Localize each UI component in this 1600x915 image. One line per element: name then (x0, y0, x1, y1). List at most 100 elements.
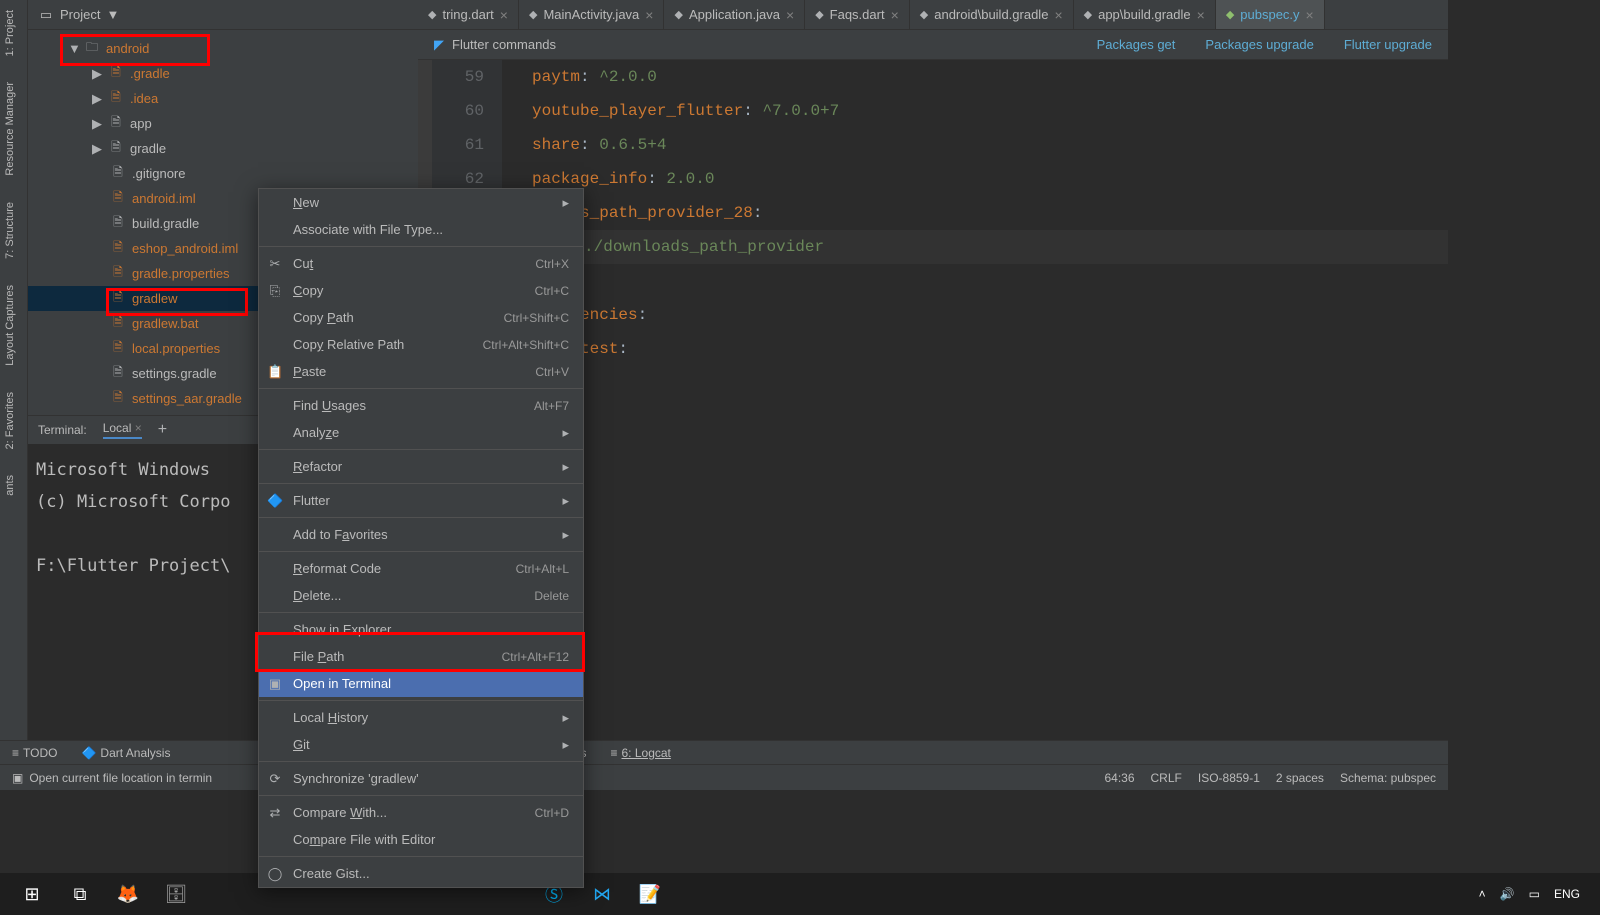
chevron-right-icon: ▶ (92, 66, 102, 82)
menu-item[interactable]: Analyze▸ (259, 419, 583, 446)
menu-item-icon: 📋 (267, 364, 283, 380)
tool-project[interactable]: 1: Project (0, 0, 20, 66)
close-icon[interactable]: × (645, 7, 653, 23)
menu-shortcut: Ctrl+Alt+L (516, 562, 569, 576)
menu-item[interactable]: ⇄Compare With...Ctrl+D (259, 799, 583, 826)
chevron-right-icon: ▸ (562, 493, 569, 509)
status-message: Open current file location in termin (29, 771, 212, 785)
terminal-tab-local[interactable]: Local × (103, 421, 142, 439)
project-label[interactable]: Project (60, 7, 100, 22)
tool-todo[interactable]: ≡ TODO (12, 746, 57, 760)
menu-item[interactable]: 📋PasteCtrl+V (259, 358, 583, 385)
menu-item-label: Compare With... (293, 805, 387, 820)
menu-item-label: Delete... (293, 588, 341, 603)
menu-item[interactable]: ✂CutCtrl+X (259, 250, 583, 277)
menu-item[interactable]: Delete...Delete (259, 582, 583, 609)
status-bar: ▣ Open current file location in termin 6… (0, 764, 1448, 790)
tool-logcat[interactable]: ≡ 6: Logcat (610, 746, 670, 760)
editor-tab[interactable]: ◆ Application.java × (664, 0, 805, 29)
tree-item[interactable]: 🗎.gitignore (28, 161, 418, 186)
menu-item[interactable]: Copy PathCtrl+Shift+C (259, 304, 583, 331)
tab-label: Application.java (689, 7, 780, 22)
file-icon: 🗎 (108, 91, 124, 107)
tool-resource-manager[interactable]: Resource Manager (0, 72, 20, 186)
menu-item[interactable]: File PathCtrl+Alt+F12 (259, 643, 583, 670)
menu-item[interactable]: New▸ (259, 189, 583, 216)
windows-taskbar: ⊞ ⧉ 🦊 🗄 Ⓢ ⋈ 📝 ˄ 🔊 ▭ ENG (0, 873, 1600, 915)
tray-chevron[interactable]: ˄ (1479, 887, 1486, 901)
close-icon[interactable]: × (500, 7, 508, 23)
file-icon: ◆ (674, 8, 682, 21)
close-icon[interactable]: × (1197, 7, 1205, 23)
tool-favorites[interactable]: 2: Favorites (0, 382, 20, 459)
tool-dart-analysis[interactable]: 🔷 Dart Analysis (81, 746, 170, 760)
status-cursor-pos[interactable]: 64:36 (1104, 771, 1134, 785)
tab-label: Faqs.dart (830, 7, 885, 22)
tree-item[interactable]: ▶🗎app (28, 111, 418, 136)
menu-item[interactable]: Add to Favorites▸ (259, 521, 583, 548)
close-icon[interactable]: × (1054, 7, 1062, 23)
link-packages-upgrade[interactable]: Packages upgrade (1205, 37, 1313, 52)
start-button[interactable]: ⊞ (8, 873, 56, 915)
menu-item-label: Show in Explorer (293, 622, 391, 637)
notepad-icon[interactable]: 📝 (626, 873, 674, 915)
tray-lang[interactable]: ENG (1554, 887, 1580, 901)
menu-shortcut: Alt+F7 (534, 399, 569, 413)
chevron-down-icon[interactable]: ▼ (106, 7, 119, 22)
menu-item[interactable]: ⟳Synchronize 'gradlew' (259, 765, 583, 792)
tray-volume-icon[interactable]: 🔊 (1500, 887, 1515, 901)
link-flutter-upgrade[interactable]: Flutter upgrade (1344, 37, 1432, 52)
menu-item[interactable]: ⎘CopyCtrl+C (259, 277, 583, 304)
chevron-right-icon: ▸ (562, 737, 569, 753)
tree-label: android (106, 41, 149, 56)
tree-item[interactable]: ▶🗎.gradle (28, 61, 418, 86)
status-encoding[interactable]: ISO-8859-1 (1198, 771, 1260, 785)
close-icon[interactable]: × (786, 7, 794, 23)
menu-item[interactable]: Local History▸ (259, 704, 583, 731)
menu-separator (259, 449, 583, 450)
status-line-sep[interactable]: CRLF (1151, 771, 1182, 785)
editor-tab[interactable]: ◆MainActivity.java× (519, 0, 665, 29)
menu-item-label: Create Gist... (293, 866, 370, 881)
menu-item[interactable]: Git▸ (259, 731, 583, 758)
tool-structure[interactable]: 7: Structure (0, 192, 20, 269)
tree-label: gradlew.bat (132, 316, 199, 331)
menu-item[interactable]: ▣Open in Terminal (259, 670, 583, 697)
tray-network-icon[interactable]: ▭ (1529, 887, 1540, 901)
menu-item-label: Local History (293, 710, 368, 725)
tool-layout-captures[interactable]: Layout Captures (0, 275, 20, 376)
task-view[interactable]: ⧉ (56, 873, 104, 915)
menu-item[interactable]: Show in Explorer (259, 616, 583, 643)
add-terminal-button[interactable]: + (158, 421, 167, 439)
menu-item[interactable]: 🔷Flutter▸ (259, 487, 583, 514)
menu-item-icon: ⎘ (267, 283, 283, 299)
tree-item[interactable]: ▶🗎gradle (28, 136, 418, 161)
close-icon[interactable]: × (1306, 7, 1314, 23)
editor-tab[interactable]: ◆tring.dart× (418, 0, 519, 29)
menu-item-label: Reformat Code (293, 561, 381, 576)
tool-variants[interactable]: ants (0, 465, 20, 506)
menu-item-label: Compare File with Editor (293, 832, 435, 847)
status-schema[interactable]: Schema: pubspec (1340, 771, 1436, 785)
menu-item[interactable]: Find UsagesAlt+F7 (259, 392, 583, 419)
editor-tab[interactable]: ◆android\build.gradle× (910, 0, 1074, 29)
firefox-icon[interactable]: 🦊 (104, 873, 152, 915)
menu-item[interactable]: Refactor▸ (259, 453, 583, 480)
status-indent[interactable]: 2 spaces (1276, 771, 1324, 785)
menu-item[interactable]: ◯Create Gist... (259, 860, 583, 887)
vscode-icon[interactable]: ⋈ (578, 873, 626, 915)
tree-folder-android[interactable]: ▼ 🗀 android (28, 36, 418, 61)
database-icon[interactable]: 🗄 (152, 873, 200, 915)
tree-item[interactable]: ▶🗎.idea (28, 86, 418, 111)
menu-item-label: Copy (293, 283, 323, 298)
menu-item[interactable]: Associate with File Type... (259, 216, 583, 243)
menu-item[interactable]: Copy Relative PathCtrl+Alt+Shift+C (259, 331, 583, 358)
close-icon[interactable]: × (891, 7, 899, 23)
link-packages-get[interactable]: Packages get (1097, 37, 1176, 52)
editor-tab[interactable]: ◆app\build.gradle× (1074, 0, 1216, 29)
menu-item[interactable]: Reformat Code Ctrl+Alt+L (259, 555, 583, 582)
editor-tab[interactable]: ◆Faqs.dart× (805, 0, 910, 29)
menu-item[interactable]: Compare File with Editor (259, 826, 583, 853)
editor-tab[interactable]: ◆pubspec.y× (1216, 0, 1325, 29)
menu-item-label: Open in Terminal (293, 676, 391, 691)
